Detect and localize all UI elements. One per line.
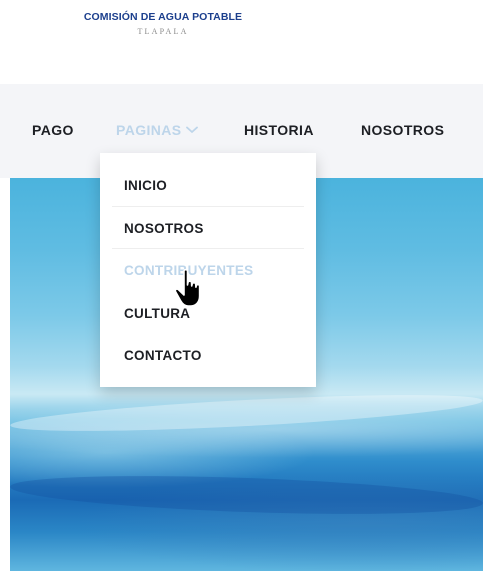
site-logo[interactable]: COMISIÓN DE AGUA POTABLE TLAPALA <box>63 11 263 36</box>
wave-shadow <box>9 469 483 521</box>
nav-item-paginas-label: PAGINAS <box>116 122 182 138</box>
chevron-down-icon <box>185 126 198 133</box>
nav-item-historia[interactable]: HISTORIA <box>244 122 314 138</box>
nav-item-paginas[interactable]: PAGINAS <box>116 122 198 138</box>
nav-item-nosotros[interactable]: NOSOTROS <box>361 122 444 138</box>
dropdown-item-nosotros[interactable]: NOSOTROS <box>124 221 204 236</box>
dropdown-item-contacto[interactable]: CONTACTO <box>124 348 202 363</box>
hand-pointer-icon <box>174 268 201 307</box>
dropdown-divider <box>112 206 304 207</box>
logo-subtitle: TLAPALA <box>137 27 189 36</box>
nav-item-pago[interactable]: PAGO <box>32 122 74 138</box>
site-header: COMISIÓN DE AGUA POTABLE TLAPALA <box>0 0 483 84</box>
logo-title: COMISIÓN DE AGUA POTABLE <box>83 11 243 23</box>
wave-highlight <box>9 387 483 439</box>
dropdown-divider <box>112 248 304 249</box>
dropdown-item-inicio[interactable]: INICIO <box>124 178 167 193</box>
